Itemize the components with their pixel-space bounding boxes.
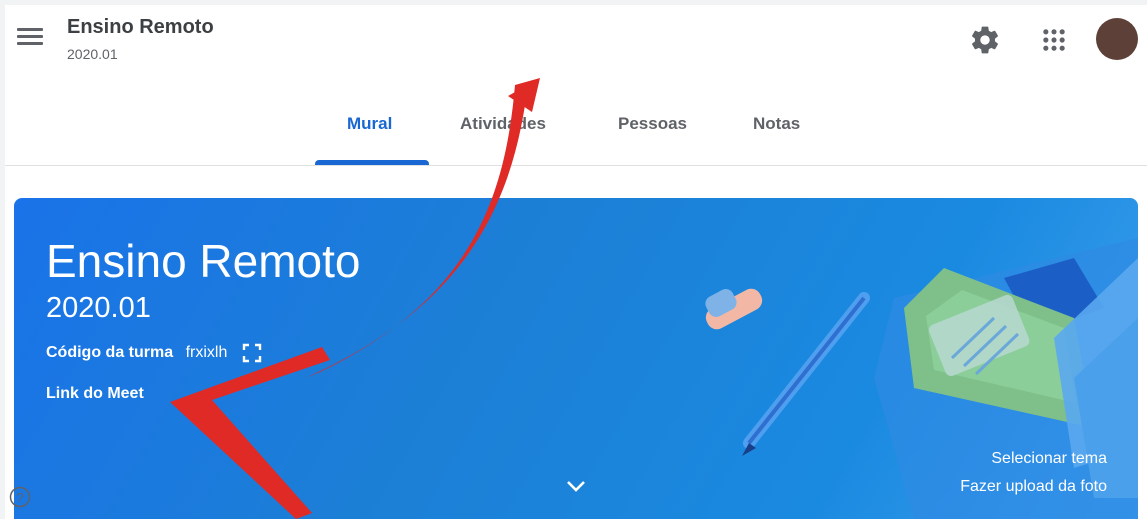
apps-grid-icon[interactable] bbox=[1040, 26, 1068, 54]
meet-link[interactable]: Link do Meet bbox=[46, 385, 144, 403]
svg-text:?: ? bbox=[16, 490, 23, 505]
tab-atividades[interactable]: Atividades bbox=[460, 85, 546, 165]
tabs-divider bbox=[5, 165, 1147, 166]
class-code-row: Código da turma frxixlh bbox=[46, 343, 262, 365]
tab-notas[interactable]: Notas bbox=[753, 85, 800, 165]
fullscreen-icon[interactable] bbox=[242, 343, 262, 363]
banner-subtitle: 2020.01 bbox=[46, 292, 151, 324]
tab-pessoas[interactable]: Pessoas bbox=[618, 85, 687, 165]
hamburger-menu-icon[interactable] bbox=[15, 25, 45, 51]
class-code-label: Código da turma bbox=[46, 344, 174, 362]
chevron-down-icon[interactable] bbox=[565, 478, 587, 494]
banner-title: Ensino Remoto bbox=[46, 235, 361, 287]
classroom-page: Ensino Remoto 2020.01 Mural Atividades P… bbox=[5, 5, 1147, 519]
top-bar: Ensino Remoto 2020.01 bbox=[5, 5, 1147, 85]
upload-photo-link[interactable]: Fazer upload da foto bbox=[960, 478, 1107, 496]
select-theme-link[interactable]: Selecionar tema bbox=[991, 450, 1107, 468]
help-icon[interactable]: ? bbox=[9, 486, 31, 508]
gear-icon[interactable] bbox=[969, 24, 1001, 56]
tab-mural[interactable]: Mural bbox=[347, 85, 392, 165]
class-code-value: frxixlh bbox=[185, 344, 228, 362]
course-section: 2020.01 bbox=[67, 46, 118, 62]
avatar[interactable] bbox=[1096, 18, 1138, 60]
tab-bar: Mural Atividades Pessoas Notas bbox=[5, 85, 1147, 165]
class-banner: Ensino Remoto 2020.01 Código da turma fr… bbox=[14, 198, 1138, 519]
course-title[interactable]: Ensino Remoto bbox=[67, 16, 214, 39]
